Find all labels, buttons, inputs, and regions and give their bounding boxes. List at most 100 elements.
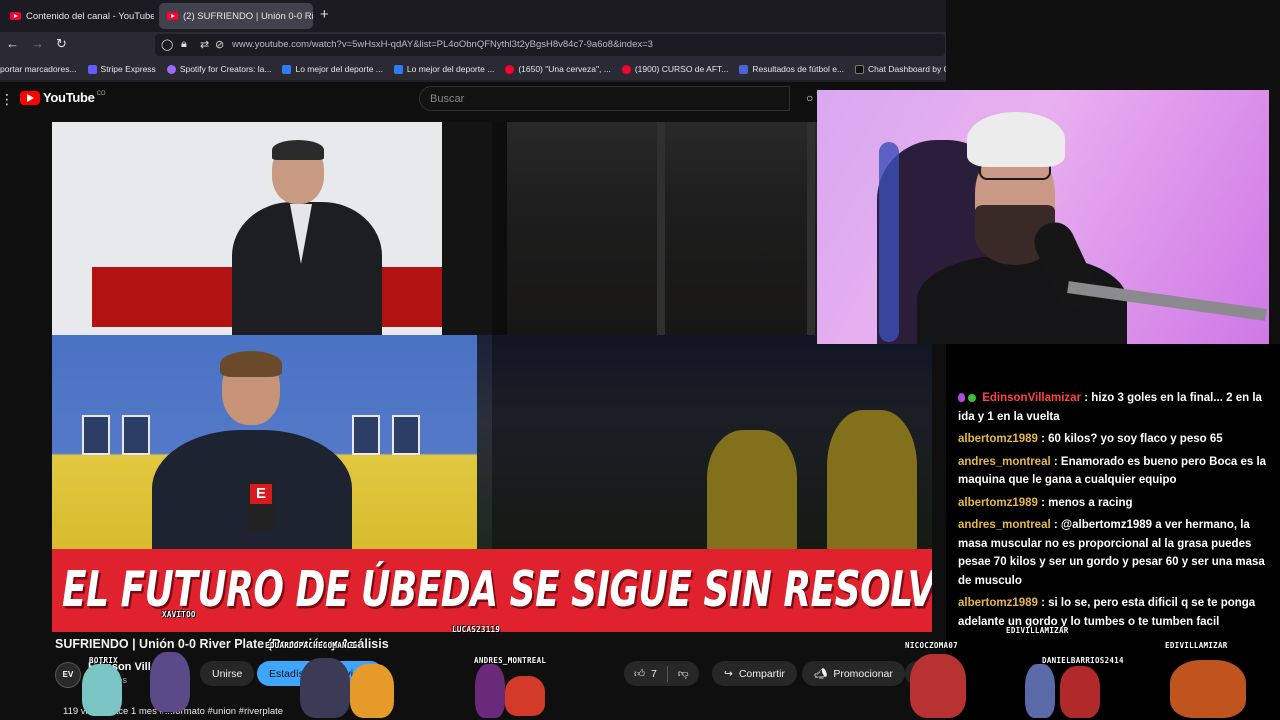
bookmark-item[interactable]: Chat Dashboard by C...	[855, 64, 946, 74]
presenter	[232, 140, 382, 337]
shield-icon[interactable]: ◯	[161, 38, 173, 51]
video-player[interactable]: EL FUTURO DE ÚBEDA SE SIGUE SIN RESOLVER…	[52, 122, 932, 632]
bookmark-item[interactable]: Spotify for Creators: la...	[166, 64, 271, 74]
chat-message: andres_montreal : @albertomz1989 a ver h…	[958, 519, 1265, 587]
chat-text: menos a racing	[1048, 496, 1133, 509]
cap	[967, 112, 1065, 167]
results-site-icon	[739, 64, 749, 74]
youtube-favicon-icon	[10, 12, 21, 20]
bookmark-item[interactable]: Lo mejor del deporte ...	[393, 64, 494, 74]
search-box[interactable]	[419, 86, 790, 111]
chat-message: andres_montreal : Enamorado es bueno per…	[958, 455, 1267, 487]
viewer-sprite	[300, 658, 350, 718]
chat-dashboard-icon	[855, 64, 865, 74]
join-button[interactable]: Unirse	[200, 661, 255, 686]
like-button[interactable]: 👍︎ 7	[624, 661, 667, 686]
bookmark-item[interactable]: Stripe Express	[87, 64, 156, 74]
logo-text: YouTube	[43, 90, 95, 105]
share-icon: ↪	[724, 667, 733, 680]
chat-username[interactable]: albertomz1989	[958, 497, 1038, 509]
lock-icon[interactable]: 🔒︎	[181, 38, 187, 51]
bookmark-item[interactable]: Resultados de fútbol e...	[739, 64, 844, 74]
promote-label: Promocionar	[833, 667, 893, 680]
url-text[interactable]: www.youtube.com/watch?v=5wHsxH-qdAY&list…	[232, 39, 653, 50]
promote-button[interactable]: 📣︎ Promocionar	[802, 661, 905, 686]
viewer-sprite	[505, 676, 545, 716]
chat-message: EdinsonVillamizar : hizo 3 goles en la f…	[958, 392, 1262, 423]
bookmark-item[interactable]: (1650) "Una cerveza", ...	[505, 64, 611, 74]
chat-message: albertomz1989 : menos a racing	[958, 496, 1133, 509]
viewer-sprite	[350, 664, 394, 718]
chat-username[interactable]: andres_montreal	[958, 456, 1051, 468]
country-code: CO	[96, 90, 106, 97]
bookmark-item[interactable]: (1900) CURSO de AFT...	[621, 64, 728, 74]
viewer-sprite-name: XAVITOO	[162, 610, 196, 619]
sports-site-icon	[282, 64, 292, 74]
tab-label: Contenido del canal - YouTube	[26, 10, 154, 22]
chat-message: albertomz1989 : si lo se, pero esta difi…	[958, 597, 1256, 628]
spotify-icon	[166, 64, 176, 74]
reload-icon[interactable]: ↻	[56, 36, 67, 52]
viewer-sprite-name: EDUARDOPACHECOMANCI	[265, 641, 357, 650]
thumbs-down-icon: 👎︎	[677, 668, 689, 680]
tab-label: (2) SUFRIENDO | Unión 0-0 Rive	[183, 10, 313, 22]
search-icon[interactable]: ○	[806, 91, 813, 105]
chat-username[interactable]: albertomz1989	[958, 597, 1038, 609]
megaphone-icon: 📣︎	[814, 668, 828, 680]
youtube-logo[interactable]: YouTube CO	[20, 90, 106, 105]
tab-channel-content[interactable]: Contenido del canal - YouTube ✕	[2, 3, 154, 29]
permissions-icon[interactable]: ⇄	[200, 38, 209, 51]
search-input[interactable]	[420, 87, 789, 110]
channel-avatar[interactable]: EV	[55, 662, 81, 688]
like-count: 7	[650, 667, 657, 680]
chat-username[interactable]: albertomz1989	[958, 433, 1038, 445]
viewer-sprite	[150, 652, 190, 712]
viewer-sprite-name: LUCAS23119	[452, 625, 501, 634]
viewer-sprite	[1060, 666, 1100, 718]
viewer-sprite-name: EDIVILLAMIZAR	[1165, 641, 1228, 650]
chat-list: EdinsonVillamizar : hizo 3 goles en la f…	[958, 389, 1268, 635]
viewer-sprite	[475, 664, 505, 718]
youtube-play-icon	[20, 90, 40, 105]
dislike-button[interactable]: 👎︎	[668, 661, 699, 686]
camera-blocked-icon[interactable]: ⊘	[215, 38, 224, 51]
viewer-sprite-name: NICOCZOMA07	[905, 641, 958, 650]
viewer-sprite	[910, 654, 966, 718]
reporter-panel	[52, 335, 477, 550]
viewer-sprite-name: DANIELBARRIOS2414	[1042, 656, 1124, 665]
bookmark-item[interactable]: portar marcadores...	[0, 64, 77, 74]
sports-site-icon	[393, 64, 403, 74]
verified-badge-icon	[968, 394, 976, 402]
screen: Contenido del canal - YouTube ✕ (2) SUFR…	[0, 0, 1280, 720]
espn-microphone	[247, 480, 275, 530]
tab-video[interactable]: (2) SUFRIENDO | Unión 0-0 Rive ✕	[159, 3, 313, 29]
stripe-icon	[87, 64, 97, 74]
tab-strip: Contenido del canal - YouTube ✕ (2) SUFR…	[0, 0, 946, 32]
video-info: SUFRIENDO | Unión 0-0 River Plate (Reacc…	[0, 632, 946, 720]
forward-arrow-icon[interactable]: →	[31, 36, 44, 51]
viewer-sprite	[1025, 664, 1055, 718]
chat-text: 60 kilos? yo soy flaco y peso 65	[1048, 433, 1223, 445]
viewer-sprite-name: EDIVILLAMIZAR	[1006, 626, 1069, 635]
youtube-header: ⋮ YouTube CO ○	[0, 82, 820, 116]
back-arrow-icon[interactable]: ←	[6, 36, 19, 51]
studio-panel	[52, 122, 492, 337]
youtube-favicon-icon	[621, 64, 631, 74]
reporter	[152, 351, 352, 550]
menu-icon[interactable]: ⋮	[0, 91, 14, 108]
browser-chrome: Contenido del canal - YouTube ✕ (2) SUFR…	[0, 0, 946, 82]
new-tab-button[interactable]: +	[320, 6, 329, 23]
webcam-overlay	[817, 90, 1269, 344]
thumbs-up-icon: 👍︎	[634, 668, 645, 680]
youtube-favicon-icon	[505, 64, 515, 74]
share-label: Compartir	[738, 667, 785, 680]
address-bar[interactable]: ◯ 🔒︎ ⇄ ⊘ www.youtube.com/watch?v=5wHsxH-…	[155, 34, 945, 56]
share-button[interactable]: ↪ Compartir	[712, 661, 797, 686]
chat-username[interactable]: andres_montreal	[958, 519, 1051, 531]
viewer-sprite	[82, 664, 122, 716]
bookmarks-bar: portar marcadores... Stripe Express Spot…	[0, 58, 946, 80]
chat-message: albertomz1989 : 60 kilos? yo soy flaco y…	[958, 433, 1223, 445]
video-headline-banner: EL FUTURO DE ÚBEDA SE SIGUE SIN RESOLVER…	[52, 549, 932, 632]
chat-username[interactable]: EdinsonVillamizar	[982, 392, 1081, 404]
bookmark-item[interactable]: Lo mejor del deporte ...	[282, 64, 383, 74]
